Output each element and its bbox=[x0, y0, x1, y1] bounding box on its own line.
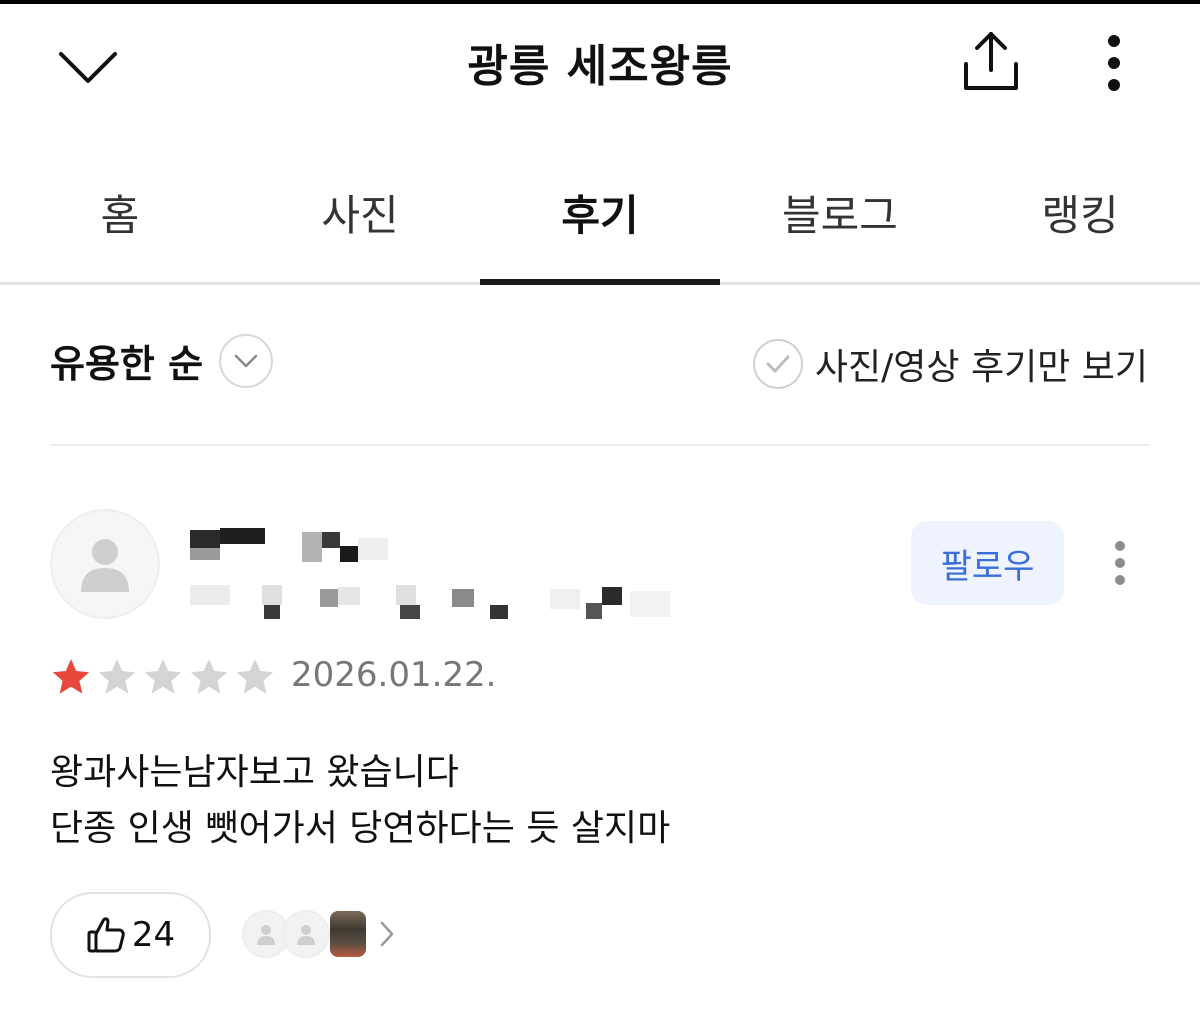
tab-bar: 홈 사진 후기 블로그 랭킹 bbox=[0, 150, 1200, 285]
review-text-line: 왕과사는남자보고 왔습니다 bbox=[50, 752, 459, 793]
top-border bbox=[0, 0, 1200, 4]
blurred-username[interactable] bbox=[190, 528, 400, 568]
review-date: 2026.01.22. bbox=[291, 655, 497, 695]
likers-list[interactable] bbox=[242, 910, 398, 958]
review-text-line: 단종 인생 뺏어가서 당연하다는 듯 살지마 bbox=[50, 808, 671, 849]
thumbs-up-icon bbox=[87, 917, 125, 953]
star-empty-icon bbox=[190, 659, 228, 694]
chevron-down-icon bbox=[219, 333, 274, 388]
star-empty-icon bbox=[236, 659, 274, 694]
like-count: 24 bbox=[131, 915, 176, 955]
avatar[interactable] bbox=[50, 509, 160, 619]
sort-label: 유용한 순 bbox=[50, 342, 204, 386]
star-filled-icon bbox=[52, 659, 90, 694]
sort-dropdown[interactable]: 유용한 순 bbox=[50, 333, 274, 388]
liker-avatar bbox=[282, 910, 330, 958]
star-empty-icon bbox=[144, 659, 182, 694]
divider bbox=[50, 444, 1150, 446]
photo-video-filter-toggle[interactable]: 사진/영상 후기만 보기 bbox=[752, 338, 1148, 390]
photo-filter-label: 사진/영상 후기만 보기 bbox=[814, 347, 1148, 388]
star-empty-icon bbox=[98, 659, 136, 694]
liker-avatar-photo bbox=[330, 911, 366, 957]
tab-home[interactable]: 홈 bbox=[0, 150, 240, 282]
tab-blog[interactable]: 블로그 bbox=[720, 150, 960, 282]
star-rating bbox=[50, 656, 280, 698]
like-button[interactable]: 24 bbox=[50, 892, 211, 978]
chevron-right-icon bbox=[380, 921, 394, 947]
more-vertical-icon[interactable] bbox=[1103, 538, 1137, 594]
share-icon[interactable] bbox=[955, 28, 1027, 96]
more-vertical-icon[interactable] bbox=[1096, 30, 1132, 96]
check-circle-icon bbox=[752, 339, 803, 389]
tab-photos[interactable]: 사진 bbox=[240, 150, 480, 282]
tab-reviews[interactable]: 후기 bbox=[480, 150, 720, 285]
follow-button[interactable]: 팔로우 bbox=[911, 521, 1064, 605]
blurred-user-meta bbox=[190, 585, 690, 625]
review-text: 왕과사는남자보고 왔습니다 단종 인생 뺏어가서 당연하다는 듯 살지마 bbox=[50, 745, 670, 857]
tab-ranking[interactable]: 랭킹 bbox=[960, 150, 1200, 282]
